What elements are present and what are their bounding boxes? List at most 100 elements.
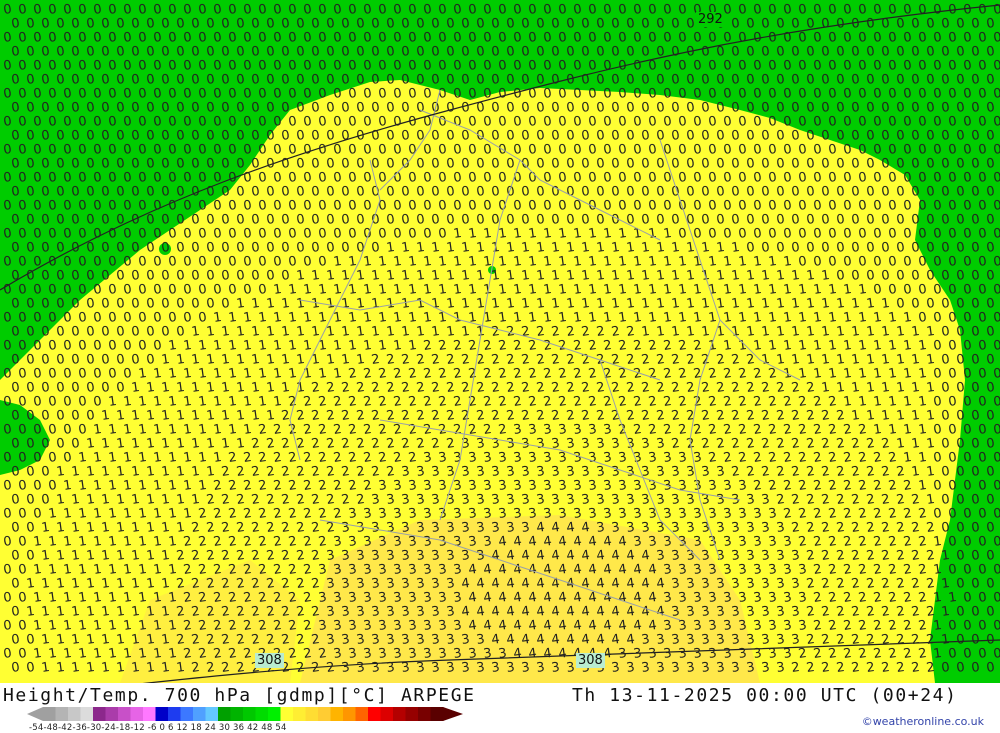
temperature-glyph: 0 (160, 296, 170, 312)
color-scale-swatch (255, 707, 269, 721)
temperature-glyph: 2 (850, 436, 860, 452)
temperature-glyph: 1 (550, 296, 560, 312)
temperature-glyph: 1 (917, 422, 927, 438)
temperature-glyph: 0 (842, 254, 852, 270)
temperature-glyph: 3 (790, 604, 800, 620)
temperature-glyph: 3 (317, 562, 327, 578)
temperature-glyph: 0 (182, 282, 192, 298)
temperature-glyph: 3 (580, 436, 590, 452)
temperature-glyph: 1 (512, 254, 522, 270)
temperature-glyph: 0 (812, 226, 822, 242)
temperature-glyph: 1 (107, 534, 117, 550)
temperature-glyph: 3 (745, 576, 755, 592)
temperature-glyph: 1 (647, 310, 657, 326)
temperature-glyph: 1 (32, 534, 42, 550)
temperature-glyph: 0 (910, 268, 920, 284)
temperature-glyph: 1 (392, 338, 402, 354)
temperature-glyph: 1 (535, 296, 545, 312)
temperature-glyph: 2 (535, 324, 545, 340)
temperature-glyph: 0 (407, 86, 417, 102)
temperature-glyph: 2 (505, 380, 515, 396)
temperature-glyph: 3 (715, 520, 725, 536)
temperature-glyph: 3 (662, 450, 672, 466)
temperature-glyph: 0 (580, 184, 590, 200)
temperature-glyph: 1 (70, 576, 80, 592)
temperature-glyph: 2 (812, 506, 822, 522)
temperature-glyph: 2 (250, 520, 260, 536)
temperature-glyph: 1 (602, 310, 612, 326)
temperature-glyph: 1 (197, 422, 207, 438)
temperature-glyph: 1 (527, 310, 537, 326)
temperature-glyph: 2 (362, 450, 372, 466)
temperature-glyph: 3 (595, 436, 605, 452)
temperature-glyph: 2 (287, 478, 297, 494)
temperature-glyph: 0 (407, 170, 417, 186)
temperature-glyph: 0 (92, 282, 102, 298)
temperature-glyph: 1 (130, 380, 140, 396)
temperature-glyph: 3 (565, 464, 575, 480)
temperature-glyph: 0 (662, 142, 672, 158)
temperature-glyph: 3 (437, 478, 447, 494)
temperature-glyph: 1 (145, 408, 155, 424)
temperature-glyph: 1 (400, 296, 410, 312)
temperature-glyph: 1 (557, 282, 567, 298)
temperature-glyph: 0 (902, 254, 912, 270)
temperature-glyph: 2 (835, 436, 845, 452)
temperature-glyph: 3 (385, 492, 395, 508)
temperature-glyph: 1 (137, 562, 147, 578)
temperature-glyph: 1 (190, 352, 200, 368)
temperature-glyph: 2 (512, 394, 522, 410)
temperature-glyph: 1 (475, 240, 485, 256)
temperature-glyph: 0 (760, 240, 770, 256)
temperature-glyph: 0 (445, 100, 455, 116)
temperature-glyph: 3 (422, 450, 432, 466)
temperature-glyph: 2 (565, 324, 575, 340)
temperature-glyph: 1 (55, 464, 65, 480)
temperature-glyph: 2 (430, 380, 440, 396)
temperature-glyph: 2 (887, 450, 897, 466)
temperature-glyph: 0 (295, 156, 305, 172)
temperature-glyph: 0 (505, 156, 515, 172)
temperature-glyph: 1 (62, 590, 72, 606)
temperature-glyph: 1 (182, 478, 192, 494)
temperature-glyph: 0 (415, 156, 425, 172)
temperature-glyph: 0 (640, 212, 650, 228)
temperature-glyph: 0 (512, 142, 522, 158)
temperature-glyph: 1 (310, 352, 320, 368)
temperature-glyph: 2 (475, 380, 485, 396)
temperature-glyph: 0 (595, 156, 605, 172)
temperature-glyph: 2 (805, 632, 815, 648)
temperature-glyph: 1 (565, 296, 575, 312)
temperature-glyph: 1 (32, 646, 42, 662)
temperature-glyph: 2 (812, 394, 822, 410)
temperature-glyph: 0 (835, 156, 845, 172)
temperature-glyph: 1 (820, 268, 830, 284)
temperature-glyph: 2 (842, 450, 852, 466)
temperature-glyph: 0 (115, 380, 125, 396)
temperature-glyph: 0 (257, 226, 267, 242)
temperature-glyph: 3 (370, 520, 380, 536)
temperature-glyph: 0 (880, 268, 890, 284)
temperature-glyph: 2 (910, 492, 920, 508)
temperature-glyph: 0 (32, 394, 42, 410)
temperature-glyph: 1 (692, 282, 702, 298)
temperature-glyph: 1 (47, 562, 57, 578)
temperature-glyph: 1 (827, 310, 837, 326)
temperature-glyph: 0 (520, 100, 530, 116)
temperature-glyph: 3 (760, 576, 770, 592)
temperature-glyph: 2 (790, 660, 800, 676)
credit-link[interactable]: ©weatheronline.co.uk (862, 715, 984, 728)
temperature-glyph: 0 (160, 240, 170, 256)
temperature-glyph: 2 (212, 562, 222, 578)
temperature-glyph: 0 (85, 352, 95, 368)
temperature-glyph: 2 (707, 394, 717, 410)
temperature-glyph: 0 (932, 422, 942, 438)
temperature-glyph: 0 (940, 408, 950, 424)
temperature-glyph: 2 (910, 576, 920, 592)
temperature-glyph: 0 (692, 170, 702, 186)
temperature-glyph: 2 (835, 408, 845, 424)
temperature-glyph: 2 (587, 394, 597, 410)
temperature-glyph: 2 (842, 618, 852, 634)
temperature-glyph: 1 (190, 436, 200, 452)
temperature-glyph: 1 (512, 310, 522, 326)
